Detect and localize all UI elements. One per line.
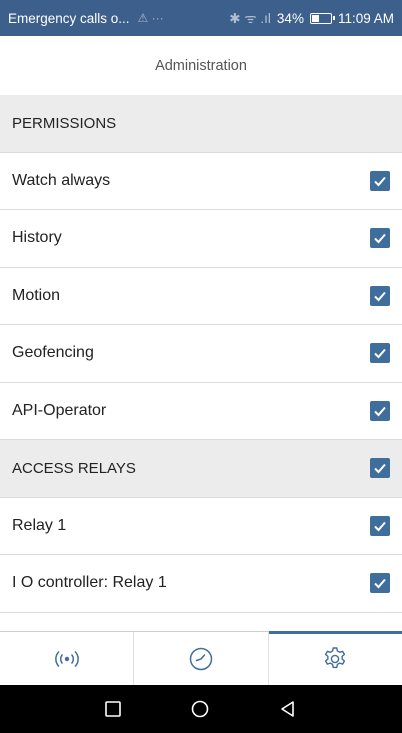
checkbox-checked[interactable] — [370, 285, 390, 306]
list-item-label: I O controller: Relay 1 — [12, 574, 167, 592]
bottom-nav — [0, 631, 402, 685]
status-bar: Emergency calls o... ⚠ ··· ✱ ᯤ .ıl 34% 1… — [0, 0, 402, 36]
checkmark-icon — [374, 349, 386, 359]
signal-icons: ✱ ᯤ .ıl — [229, 11, 271, 26]
list-item-label: Watch always — [12, 171, 111, 189]
circle-icon[interactable] — [190, 699, 210, 719]
square-icon[interactable] — [104, 700, 122, 718]
status-notification-text: Emergency calls o... — [8, 10, 130, 26]
page-title: Administration — [0, 36, 402, 95]
checkbox-checked[interactable] — [370, 400, 390, 421]
list-item-label: Geofencing — [12, 344, 94, 362]
list-item-io-controller-relay-1[interactable]: I O controller: Relay 1 — [0, 555, 402, 613]
tab-clock[interactable] — [134, 632, 269, 685]
list-item-partial — [0, 612, 402, 631]
list-item-label: History — [12, 229, 62, 247]
section-header-permissions: PERMISSIONS — [0, 95, 402, 153]
gear-icon — [325, 646, 346, 668]
list-item-api-operator[interactable]: API-Operator — [0, 382, 402, 440]
battery-percent: 34% — [276, 10, 304, 26]
broadcast-icon — [54, 650, 79, 667]
checkbox-checked[interactable] — [370, 458, 390, 479]
settings-list: PERMISSIONS Watch always History Motion … — [0, 95, 402, 631]
checkmark-icon — [374, 406, 386, 417]
section-header-access-relays[interactable]: ACCESS RELAYS — [0, 440, 402, 498]
checkbox-checked[interactable] — [370, 170, 390, 191]
notification-icons: ⚠ ··· — [137, 11, 164, 25]
clock-icon — [189, 647, 213, 670]
list-item-label: Relay 1 — [12, 516, 67, 534]
checkmark-icon — [374, 521, 386, 532]
list-item-geofencing[interactable]: Geofencing — [0, 325, 402, 383]
checkbox-checked[interactable] — [370, 515, 390, 536]
list-item-motion[interactable]: Motion — [0, 267, 402, 325]
system-nav-bar — [0, 685, 402, 733]
checkmark-icon — [374, 291, 386, 302]
checkmark-icon — [374, 234, 386, 244]
list-item-relay-1[interactable]: Relay 1 — [0, 497, 402, 555]
list-item-label: API-Operator — [12, 401, 107, 419]
battery-icon — [309, 12, 335, 24]
checkbox-checked[interactable] — [370, 228, 390, 249]
checkmark-icon — [374, 176, 386, 187]
list-item-label: Motion — [12, 286, 61, 304]
checkmark-icon — [374, 464, 386, 474]
checkbox-checked[interactable] — [370, 343, 390, 364]
list-item-watch-always[interactable]: Watch always — [0, 152, 402, 210]
tab-settings[interactable] — [268, 631, 402, 685]
list-item-history[interactable]: History — [0, 210, 402, 268]
status-right: ✱ ᯤ .ıl 34% 11:09 AM — [229, 9, 394, 27]
status-time: 11:09 AM — [337, 10, 394, 26]
section-label: PERMISSIONS — [12, 114, 117, 132]
checkmark-icon — [374, 579, 386, 589]
back-triangle-icon[interactable] — [278, 699, 298, 719]
tab-broadcast[interactable] — [0, 632, 135, 685]
checkbox-checked[interactable] — [370, 573, 390, 594]
section-label: ACCESS RELAYS — [12, 459, 136, 477]
